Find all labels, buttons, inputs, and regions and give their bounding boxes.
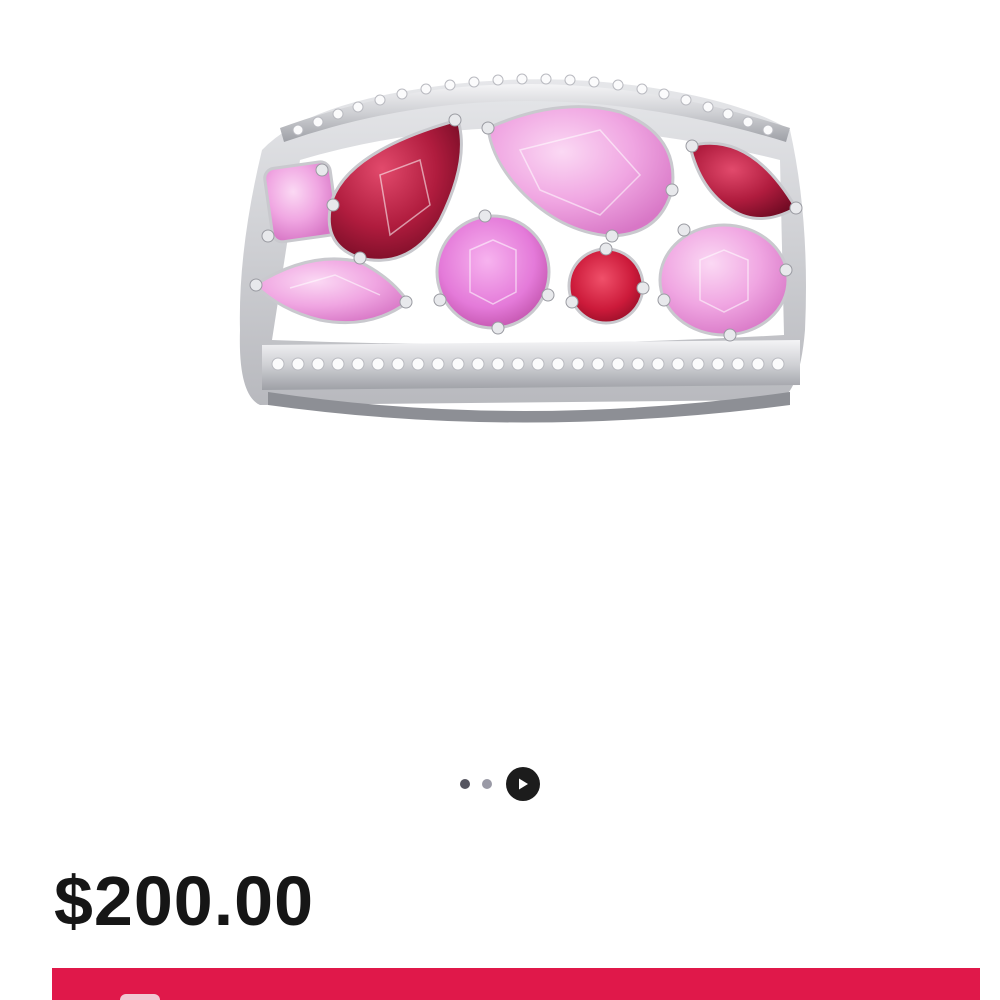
- video-play-button[interactable]: [506, 767, 540, 801]
- image-carousel-indicators: [0, 766, 1000, 802]
- play-icon: [519, 778, 528, 790]
- ring-thumbnail-icon: [120, 994, 160, 1000]
- product-price: $200.00: [54, 862, 315, 940]
- add-to-cart-bar[interactable]: [52, 968, 980, 1000]
- carousel-dot-2[interactable]: [482, 779, 492, 789]
- product-image[interactable]: [0, 0, 1000, 740]
- carousel-dot-1[interactable]: [460, 779, 470, 789]
- product-page: $200.00: [0, 0, 1000, 1000]
